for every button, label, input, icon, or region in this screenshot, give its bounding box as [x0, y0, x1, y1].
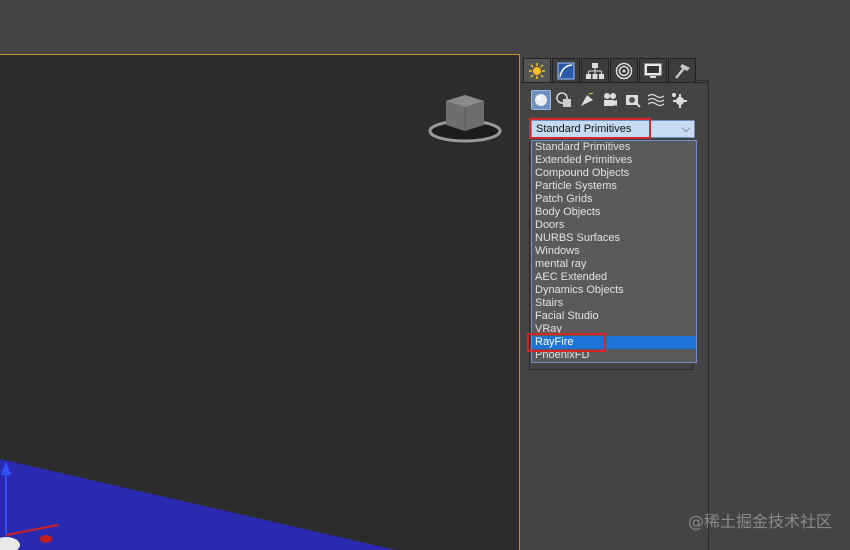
dropdown-item[interactable]: AEC Extended	[532, 271, 696, 284]
dropdown-item[interactable]: Patch Grids	[532, 193, 696, 206]
command-panel-tabs	[523, 58, 696, 82]
tab-utilities[interactable]	[668, 58, 696, 82]
dropdown-item[interactable]: Windows	[532, 245, 696, 258]
tab-strip-divider	[521, 82, 708, 83]
command-panel: Standard Primitives ⌵ Standard Primitive…	[521, 54, 708, 550]
geometry-icon	[535, 94, 547, 106]
display-icon	[644, 63, 662, 78]
cameras-icon	[604, 93, 617, 106]
annotation-highlight-box	[529, 118, 651, 139]
tab-hierarchy[interactable]	[581, 58, 609, 82]
hierarchy-icon	[586, 62, 604, 79]
helpers-icon	[626, 95, 641, 108]
side-panel	[708, 80, 850, 550]
category-helpers[interactable]	[623, 90, 643, 110]
shapes-icon	[556, 92, 571, 107]
category-geometry[interactable]	[531, 90, 551, 110]
category-space-warps[interactable]	[646, 90, 666, 110]
tab-motion[interactable]	[610, 58, 638, 82]
dropdown-item[interactable]: Body Objects	[532, 206, 696, 219]
dropdown-item[interactable]: Standard Primitives	[532, 141, 696, 154]
dropdown-item[interactable]: Dynamics Objects	[532, 284, 696, 297]
category-shapes[interactable]	[554, 90, 574, 110]
perspective-viewport[interactable]	[0, 54, 520, 550]
modify-icon	[557, 62, 575, 79]
motion-icon	[615, 62, 633, 79]
chevron-down-icon[interactable]: ⌵	[678, 121, 694, 137]
tab-create[interactable]	[523, 58, 551, 82]
grid-plane	[0, 459, 396, 550]
dropdown-item[interactable]: Stairs	[532, 297, 696, 310]
category-lights[interactable]	[577, 90, 597, 110]
utilities-icon	[675, 63, 690, 79]
category-cameras[interactable]	[600, 90, 620, 110]
dropdown-item[interactable]: Particle Systems	[532, 180, 696, 193]
systems-icon	[672, 93, 687, 108]
dropdown-item[interactable]: Extended Primitives	[532, 154, 696, 167]
category-dropdown-list: Standard Primitives Extended Primitives Co…	[531, 140, 697, 363]
space-warps-icon	[647, 93, 665, 107]
tab-modify[interactable]	[552, 58, 580, 82]
category-systems[interactable]	[669, 90, 689, 110]
dropdown-item[interactable]: Doors	[532, 219, 696, 232]
dropdown-item[interactable]: Compound Objects	[532, 167, 696, 180]
dropdown-item[interactable]: NURBS Surfaces	[532, 232, 696, 245]
dropdown-item[interactable]: mental ray	[532, 258, 696, 271]
create-icon	[529, 62, 545, 79]
annotation-highlight-box	[527, 333, 606, 352]
lights-icon	[581, 92, 594, 106]
watermark: @稀土掘金技术社区	[687, 512, 832, 531]
dropdown-item[interactable]: Facial Studio	[532, 310, 696, 323]
tab-display[interactable]	[639, 58, 667, 82]
create-category-icons	[531, 90, 689, 110]
